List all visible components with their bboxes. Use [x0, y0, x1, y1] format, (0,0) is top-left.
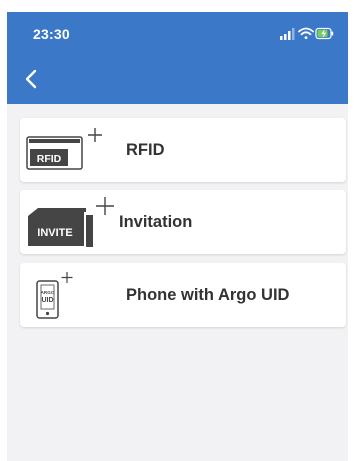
- battery-charging-icon: [315, 27, 334, 40]
- phone-uid-add-icon: ARGO UID: [36, 272, 73, 319]
- rfid-option-card[interactable]: RFID RFID: [20, 118, 346, 182]
- invitation-card-add-icon: INVITE: [28, 197, 114, 247]
- phone-uid-option-card[interactable]: ARGO UID Phone with Argo UID: [20, 263, 346, 327]
- phone-uid-option-label: Phone with Argo UID: [126, 286, 290, 304]
- rfid-card-add-icon: RFID: [26, 128, 102, 170]
- app-header: 23:30: [7, 12, 348, 104]
- app-screen: 23:30 RFID RFID INVITE Invitation ARGO U…: [7, 12, 348, 461]
- wifi-icon: [298, 27, 314, 39]
- signal-icon: [280, 28, 295, 40]
- rfid-icon-text: RFID: [37, 153, 62, 165]
- rfid-option-label: RFID: [126, 141, 165, 159]
- invitation-option-card[interactable]: INVITE Invitation: [20, 190, 346, 254]
- back-button[interactable]: [19, 66, 45, 92]
- phone-icon-text-top: ARGO: [41, 290, 55, 295]
- status-icons: [280, 27, 334, 40]
- invitation-option-label: Invitation: [119, 213, 193, 231]
- status-time: 23:30: [33, 26, 70, 42]
- chevron-left-icon: [25, 69, 37, 89]
- invitation-icon-text: INVITE: [37, 227, 72, 239]
- phone-icon-text-bottom: UID: [41, 297, 53, 304]
